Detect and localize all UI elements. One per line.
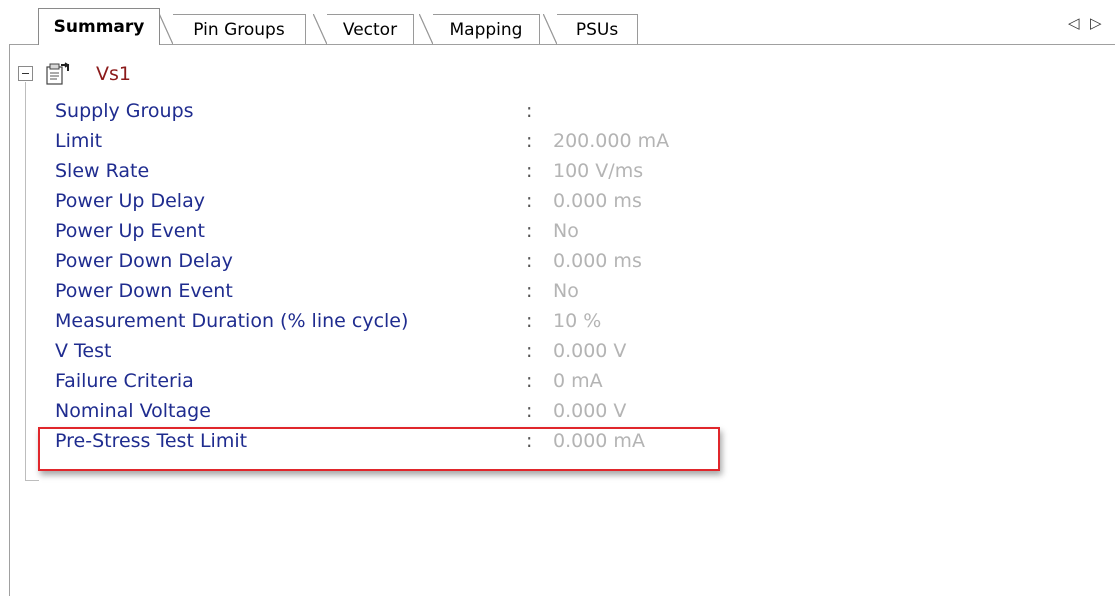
property-separator: : bbox=[526, 100, 533, 122]
property-row[interactable]: Power Up Delay : 0.000 ms bbox=[55, 190, 755, 220]
property-value: 0.000 V bbox=[553, 400, 627, 422]
property-value: 0.000 ms bbox=[553, 190, 642, 212]
property-separator: : bbox=[526, 280, 533, 302]
property-value: 100 V/ms bbox=[553, 160, 644, 182]
property-value: 0.000 V bbox=[553, 340, 627, 362]
property-row[interactable]: Power Down Event : No bbox=[55, 280, 755, 310]
tab-summary-label: Summary bbox=[53, 17, 145, 37]
tab-baseline bbox=[10, 44, 1115, 45]
property-name: Power Down Event bbox=[55, 280, 233, 302]
property-name: Power Down Delay bbox=[55, 250, 233, 272]
tree-connector-vertical bbox=[25, 82, 26, 480]
tab-pin-groups[interactable]: Pin Groups bbox=[159, 14, 306, 45]
property-separator: : bbox=[526, 190, 533, 212]
property-name: Power Up Event bbox=[55, 220, 205, 242]
property-name: Supply Groups bbox=[55, 100, 194, 122]
property-row[interactable]: Measurement Duration (% line cycle) : 10… bbox=[55, 310, 755, 340]
property-value: No bbox=[553, 280, 579, 302]
tab-vector-label: Vector bbox=[342, 19, 398, 40]
highlight-annotation-box bbox=[38, 427, 720, 471]
panel-border bbox=[9, 44, 10, 596]
property-name: V Test bbox=[55, 340, 112, 362]
tab-summary[interactable]: Summary bbox=[38, 8, 160, 45]
property-value: 0 mA bbox=[553, 370, 603, 392]
property-separator: : bbox=[526, 220, 533, 242]
property-row[interactable]: Nominal Voltage : 0.000 V bbox=[55, 400, 755, 430]
property-separator: : bbox=[526, 160, 533, 182]
property-row[interactable]: Limit : 200.000 mA bbox=[55, 130, 755, 160]
property-name: Measurement Duration (% line cycle) bbox=[55, 310, 409, 332]
property-separator: : bbox=[526, 130, 533, 152]
tab-mapping[interactable]: Mapping bbox=[419, 14, 540, 45]
tab-strip: Summary Pin Groups Vector Mapping PSUs ◁… bbox=[0, 0, 1115, 46]
node-label: Vs1 bbox=[96, 63, 131, 85]
tree-connector-horizontal bbox=[25, 480, 39, 481]
summary-window: Summary Pin Groups Vector Mapping PSUs ◁… bbox=[0, 0, 1115, 596]
property-row[interactable]: Power Down Delay : 0.000 ms bbox=[55, 250, 755, 280]
property-value: 0.000 ms bbox=[553, 250, 642, 272]
property-name: Limit bbox=[55, 130, 103, 152]
tab-scroll-right-icon[interactable]: ▷ bbox=[1090, 14, 1102, 32]
property-value: 200.000 mA bbox=[553, 130, 670, 152]
property-row[interactable]: Failure Criteria : 0 mA bbox=[55, 370, 755, 400]
property-separator: : bbox=[526, 310, 533, 332]
property-row[interactable]: Supply Groups : bbox=[55, 100, 755, 130]
property-value: No bbox=[553, 220, 579, 242]
tab-vector[interactable]: Vector bbox=[313, 14, 414, 45]
property-row[interactable]: V Test : 0.000 V bbox=[55, 340, 755, 370]
property-separator: : bbox=[526, 340, 533, 362]
property-name: Slew Rate bbox=[55, 160, 150, 182]
property-name: Power Up Delay bbox=[55, 190, 205, 212]
property-separator: : bbox=[526, 250, 533, 272]
collapse-icon[interactable] bbox=[18, 66, 33, 81]
tab-mapping-label: Mapping bbox=[449, 19, 523, 40]
property-row[interactable]: Power Up Event : No bbox=[55, 220, 755, 250]
property-name: Failure Criteria bbox=[55, 370, 194, 392]
property-row[interactable]: Slew Rate : 100 V/ms bbox=[55, 160, 755, 190]
property-separator: : bbox=[526, 400, 533, 422]
tab-psus-label: PSUs bbox=[575, 19, 619, 40]
tab-pin-groups-label: Pin Groups bbox=[193, 19, 285, 40]
property-value: 10 % bbox=[553, 310, 602, 332]
tab-psus[interactable]: PSUs bbox=[543, 14, 638, 45]
tab-scroll-left-icon[interactable]: ◁ bbox=[1068, 14, 1080, 32]
property-name: Nominal Voltage bbox=[55, 400, 211, 422]
property-separator: : bbox=[526, 370, 533, 392]
properties-icon bbox=[44, 62, 70, 86]
